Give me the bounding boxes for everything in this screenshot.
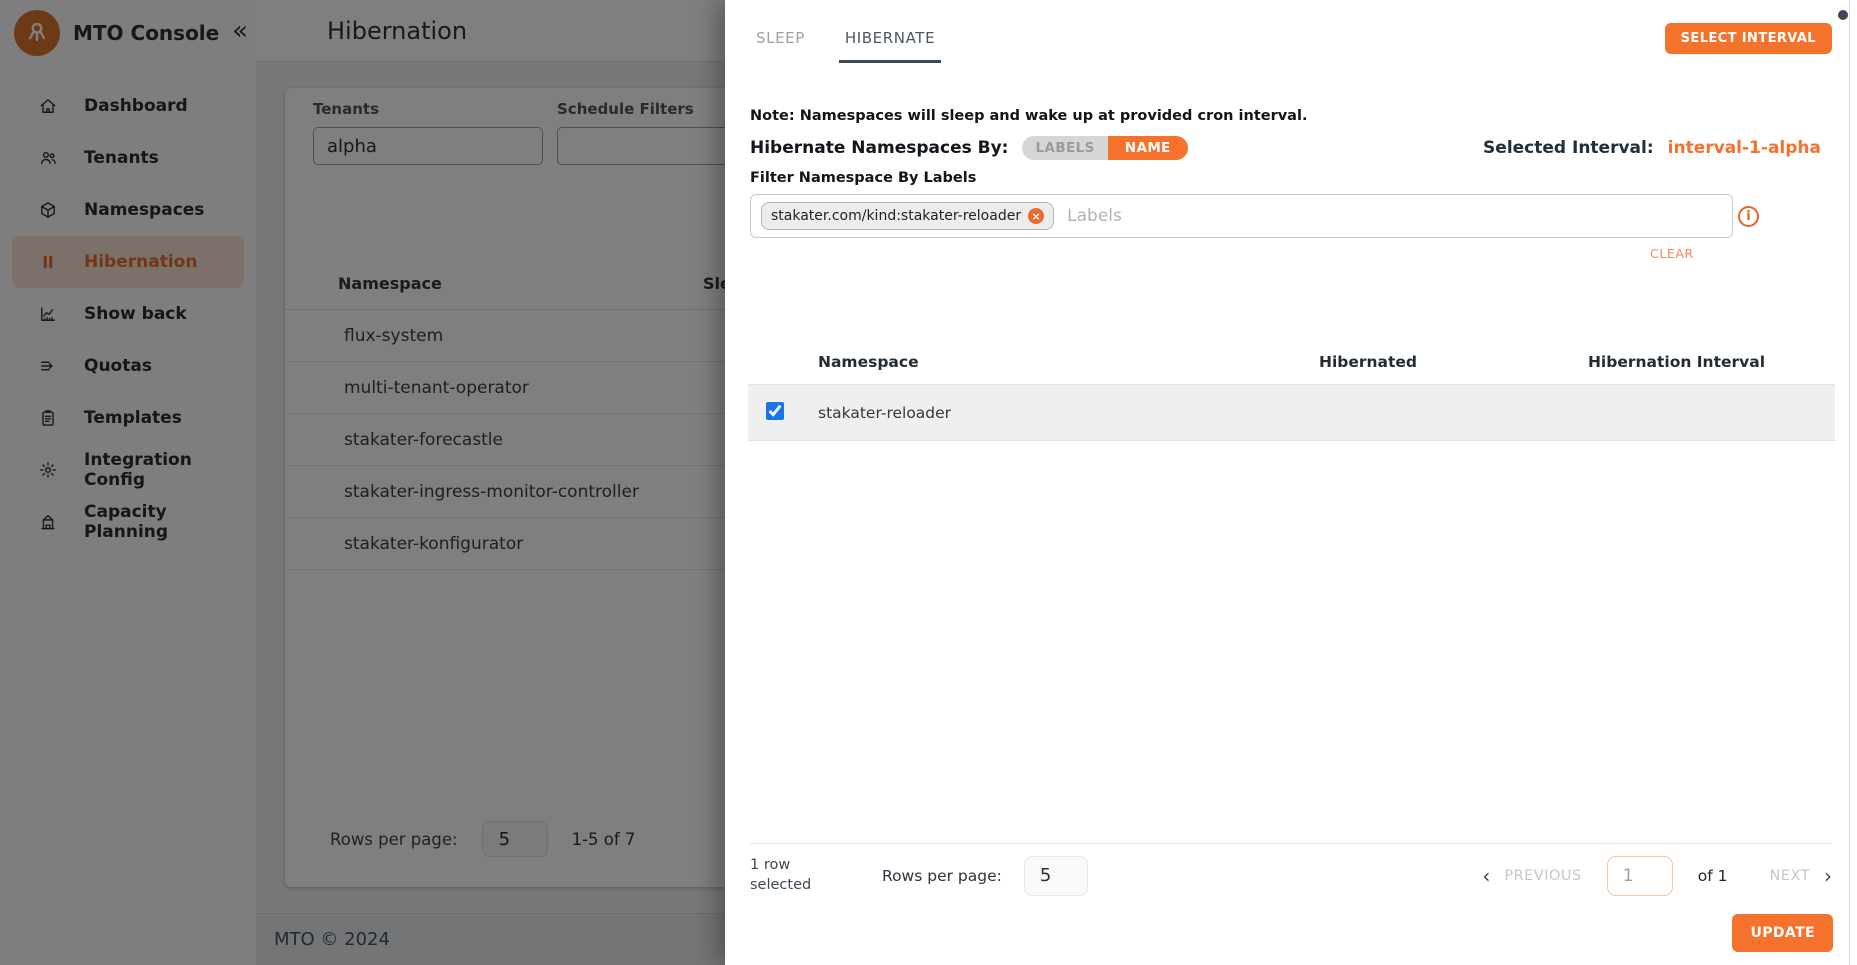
toggle-name-button[interactable]: NAME [1108,136,1188,160]
pagination-controls: ‹ PREVIOUS of 1 NEXT › [1482,856,1832,896]
column-header-namespace: Namespace [818,353,1218,371]
hibernate-drawer: SLEEP HIBERNATE SELECT INTERVAL Note: Na… [725,0,1857,965]
hibernate-by-label: Hibernate Namespaces By: [750,138,1008,158]
drawer-table-row[interactable]: stakater-reloader [748,384,1835,441]
chevron-right-icon[interactable]: › [1824,866,1832,886]
select-interval-button[interactable]: SELECT INTERVAL [1665,23,1832,54]
column-header-hibernation-interval: Hibernation Interval [1518,353,1835,371]
labels-placeholder: Labels [1067,206,1122,226]
app-frame: MTO Console « Dashboard Tenants Namespac… [0,0,1857,965]
selection-count: 1 row selected [750,856,820,895]
tab-sleep[interactable]: SLEEP [750,20,811,63]
page-count-label: of 1 [1698,867,1728,885]
tab-hibernate[interactable]: HIBERNATE [839,20,941,63]
hibernate-by-toggle: LABELS NAME [1022,136,1187,160]
recording-dot-icon [1838,10,1848,20]
next-button[interactable]: NEXT [1769,868,1810,884]
selected-interval-row: Selected Interval: interval-1-alpha [1483,138,1821,158]
page-number-input[interactable] [1607,856,1673,896]
rows-per-page-label: Rows per page: [882,867,1002,885]
column-header-hibernated: Hibernated [1218,353,1518,371]
hibernate-by-row: Hibernate Namespaces By: LABELS NAME [750,136,1188,160]
previous-button[interactable]: PREVIOUS [1504,868,1581,884]
row-namespace: stakater-reloader [818,404,1218,422]
label-chip: stakater.com/kind:stakater-reloader × [761,202,1054,230]
label-chip-text: stakater.com/kind:stakater-reloader [771,208,1021,224]
selected-interval-label: Selected Interval: [1483,138,1654,158]
rows-per-page-select[interactable]: 5 [1024,856,1088,896]
drawer-table-header: Namespace Hibernated Hibernation Interva… [748,340,1835,384]
row-checkbox[interactable] [766,402,784,420]
note-text: Note: Namespaces will sleep and wake up … [750,108,1307,124]
selected-interval-value: interval-1-alpha [1668,138,1821,158]
toggle-labels-button[interactable]: LABELS [1022,136,1107,160]
drawer-edge-divider [1849,0,1850,965]
clear-button[interactable]: CLEAR [1650,246,1694,261]
labels-input[interactable]: stakater.com/kind:stakater-reloader × La… [750,194,1733,238]
info-icon[interactable]: i [1738,206,1759,227]
chip-remove-icon[interactable]: × [1028,208,1044,224]
drawer-tabs: SLEEP HIBERNATE [750,20,941,63]
filter-by-labels-label: Filter Namespace By Labels [750,170,976,186]
drawer-footer: 1 row selected Rows per page: 5 ‹ PREVIO… [750,843,1832,907]
chevron-left-icon[interactable]: ‹ [1482,866,1490,886]
drawer-table: Namespace Hibernated Hibernation Interva… [748,340,1835,441]
update-button[interactable]: UPDATE [1732,914,1833,952]
